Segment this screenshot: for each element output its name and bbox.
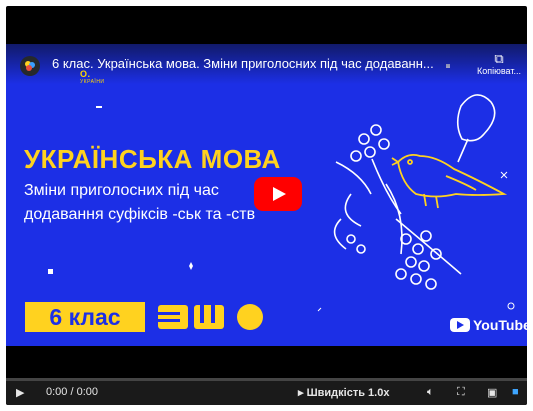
- copy-icon: ⧉: [494, 51, 504, 66]
- channel-logo-icon: [25, 61, 35, 71]
- subject-title: УКРАЇНСЬКА МОВА: [24, 144, 281, 174]
- youtube-label: YouTube: [473, 317, 527, 333]
- video-title[interactable]: 6 клас. Українська мова. Зміни приголосн…: [52, 56, 462, 71]
- speed-button[interactable]: ▸ Швидкість 1.0x: [298, 386, 389, 399]
- settings-icon[interactable]: ■: [512, 386, 519, 398]
- play-icon[interactable]: ▶: [16, 386, 24, 399]
- brand-text: О.: [80, 69, 91, 79]
- fullscreen-icon[interactable]: ⛶: [457, 386, 465, 399]
- player-controls: ▶ 0:00 / 0:00 ▸ Швидкість 1.0x 🔈︎ ⛶ ▣ ■: [6, 381, 527, 405]
- copy-link-label: Копіюват...: [477, 66, 521, 76]
- time-display: 0:00 / 0:00: [46, 386, 98, 398]
- topic-line-1: Зміни приголосних під час: [24, 182, 219, 199]
- copy-link-button[interactable]: ⧉ Копіюват...: [469, 51, 527, 77]
- school-logo: [158, 304, 263, 330]
- topic-line-2: додавання суфіксів -ськ та -ств: [24, 206, 256, 223]
- captions-icon[interactable]: ▣: [487, 386, 497, 399]
- youtube-icon: [450, 318, 470, 332]
- speed-label: Швидкість 1.0x: [306, 387, 390, 399]
- grade-label: 6 клас: [25, 302, 145, 332]
- channel-avatar[interactable]: [20, 56, 40, 76]
- brand-mark: О. УКРАЇНИ: [80, 69, 105, 85]
- video-player[interactable]: 6 клас. Українська мова. Зміни приголосн…: [6, 6, 527, 405]
- youtube-logo[interactable]: YouTube: [450, 317, 527, 333]
- play-button[interactable]: [254, 177, 302, 211]
- volume-icon[interactable]: 🔈︎: [427, 386, 434, 399]
- brand-subtext: УКРАЇНИ: [80, 79, 105, 85]
